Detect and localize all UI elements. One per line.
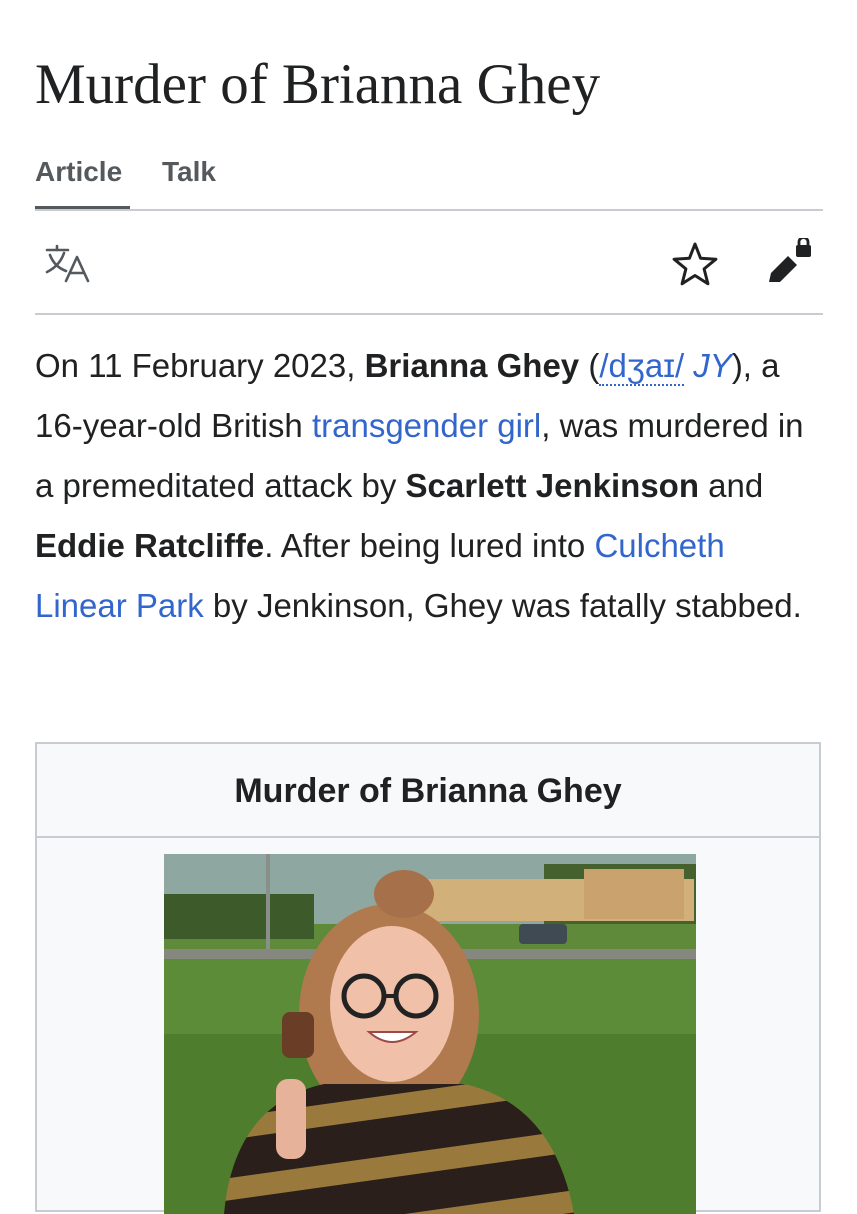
infobox-title: Murder of Brianna Ghey (37, 744, 819, 838)
lead-text: by Jenkinson, Ghey was fatally stabbed. (203, 587, 802, 624)
transgender-girl-link[interactable]: transgender girl (312, 407, 541, 444)
edit-lock-icon[interactable] (766, 236, 814, 286)
lead-text: . After being lured into (264, 527, 595, 564)
perpetrator-name: Scarlett Jenkinson (405, 467, 699, 504)
tabs-divider (35, 209, 823, 211)
lead-text (684, 347, 693, 384)
ipa-link[interactable]: /dʒaɪ/ (599, 347, 685, 386)
page-title: Murder of Brianna Ghey (35, 53, 601, 116)
respelling-link[interactable]: JY (693, 347, 732, 384)
language-icon[interactable] (44, 244, 92, 284)
lead-text: On 11 February 2023, (35, 347, 365, 384)
infobox: Murder of Brianna Ghey (35, 742, 821, 1214)
perpetrator-name: Eddie Ratcliffe (35, 527, 265, 564)
lead-text: and (699, 467, 764, 504)
watch-star-icon[interactable] (672, 241, 718, 287)
lead-paragraph: On 11 February 2023, Brianna Ghey (/dʒaɪ… (35, 336, 825, 636)
tab-article[interactable]: Article (35, 152, 122, 192)
lead-text: ( (579, 347, 600, 384)
toolbar-divider (35, 313, 823, 315)
tab-talk[interactable]: Talk (162, 152, 216, 192)
infobox-photo[interactable] (164, 854, 696, 1214)
subject-name: Brianna Ghey (364, 347, 580, 384)
